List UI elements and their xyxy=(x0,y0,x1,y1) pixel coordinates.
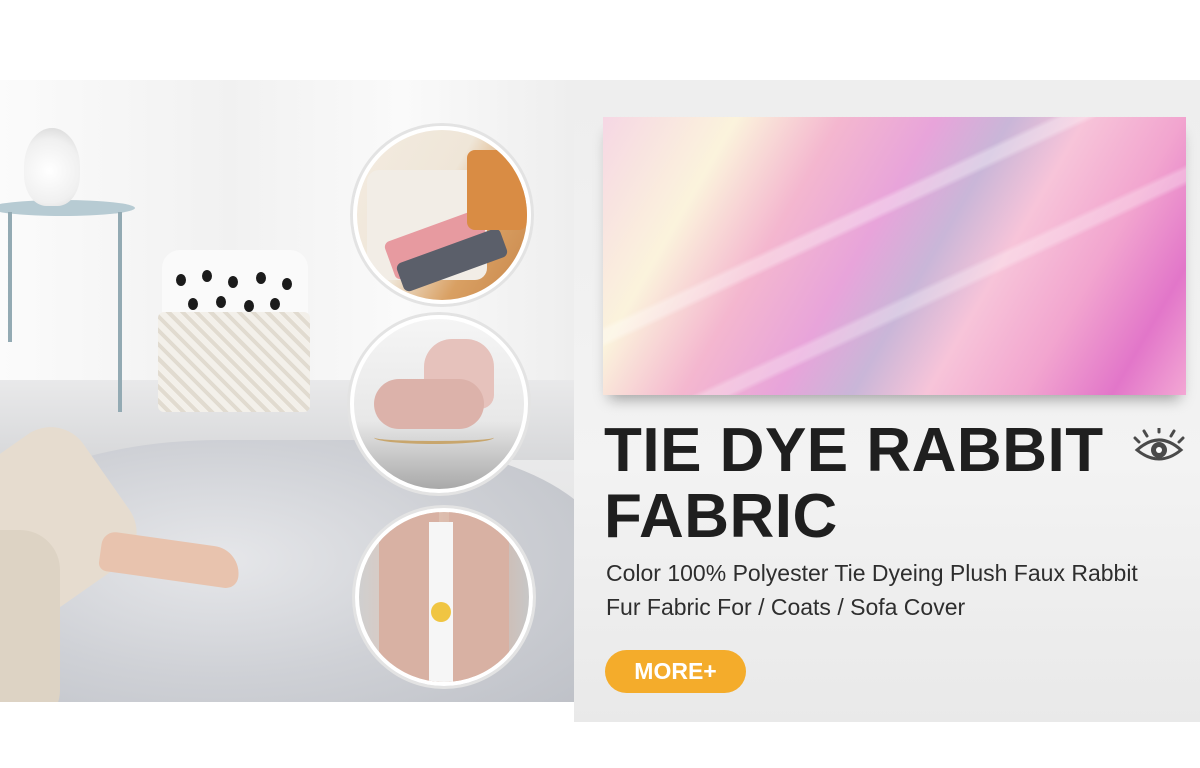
eye-icon[interactable] xyxy=(1133,428,1185,468)
table-leg xyxy=(118,212,122,412)
thumbnail-sofa-cover xyxy=(353,126,531,304)
decorative-vase xyxy=(24,128,80,206)
fabric-image xyxy=(603,117,1186,395)
wicker-basket xyxy=(158,312,310,412)
banner-title: TIE DYE RABBIT FABRIC xyxy=(604,416,1104,551)
person-leg xyxy=(0,530,60,702)
table-leg xyxy=(8,212,12,342)
more-button[interactable]: MORE+ xyxy=(605,650,746,693)
thumbnail-rocking-chair xyxy=(350,315,528,493)
thumbnail-fur-coat xyxy=(355,508,533,686)
banner-subtitle: Color 100% Polyester Tie Dyeing Plush Fa… xyxy=(606,560,1138,620)
